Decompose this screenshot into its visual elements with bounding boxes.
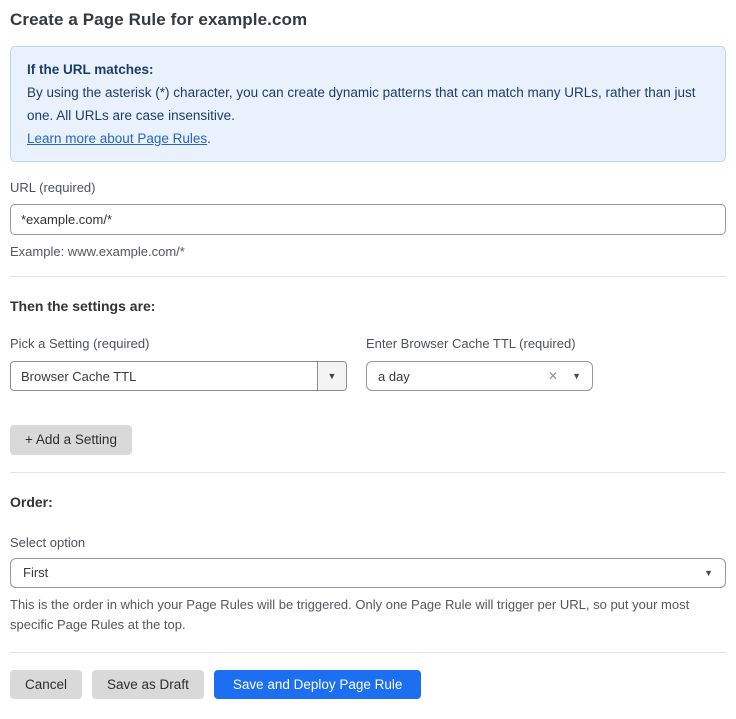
setting-picker-column: Pick a Setting (required) Browser Cache … [10,336,347,391]
setting-picker-value: Browser Cache TTL [11,362,317,390]
footer-actions: Cancel Save as Draft Save and Deploy Pag… [10,670,726,700]
chevron-down-icon: ▼ [572,371,581,381]
chevron-down-icon: ▼ [704,568,713,578]
ttl-picker-column: Enter Browser Cache TTL (required) a day… [366,336,593,391]
setting-picker-dropdown[interactable]: Browser Cache TTL ▼ [10,361,347,391]
link-suffix: . [207,131,211,146]
url-input[interactable] [10,204,726,235]
url-match-info-box: If the URL matches: By using the asteris… [10,46,726,162]
chevron-down-icon: ▼ [328,371,337,381]
url-field-label: URL (required) [10,180,726,195]
info-box-heading: If the URL matches: [27,58,709,81]
order-helper-text: This is the order in which your Page Rul… [10,595,726,635]
section-divider [10,276,726,277]
cancel-button[interactable]: Cancel [10,670,82,700]
order-select[interactable]: First ▼ [10,558,726,588]
section-divider [10,472,726,473]
page-rule-form: Create a Page Rule for example.com If th… [0,0,736,719]
settings-section-heading: Then the settings are: [10,298,726,314]
settings-row: Pick a Setting (required) Browser Cache … [10,336,726,391]
learn-more-link[interactable]: Learn more about Page Rules [27,131,207,146]
save-as-draft-button[interactable]: Save as Draft [92,670,204,700]
info-box-link-line: Learn more about Page Rules. [27,127,709,150]
ttl-picker-dropdown[interactable]: a day ✕ ▼ [366,361,593,391]
order-select-label: Select option [10,535,726,550]
clear-icon[interactable]: ✕ [548,369,558,383]
page-title: Create a Page Rule for example.com [10,10,726,30]
ttl-picker-label: Enter Browser Cache TTL (required) [366,336,593,351]
save-and-deploy-button[interactable]: Save and Deploy Page Rule [214,670,422,700]
info-box-body: By using the asterisk (*) character, you… [27,81,709,127]
order-section-heading: Order: [10,494,726,510]
footer-divider [10,652,726,653]
setting-picker-label: Pick a Setting (required) [10,336,347,351]
url-example-helper: Example: www.example.com/* [10,242,726,262]
order-select-value: First [23,565,48,580]
ttl-picker-value: a day [378,369,548,384]
setting-picker-arrow-box[interactable]: ▼ [317,362,346,390]
add-setting-button[interactable]: + Add a Setting [10,425,132,455]
